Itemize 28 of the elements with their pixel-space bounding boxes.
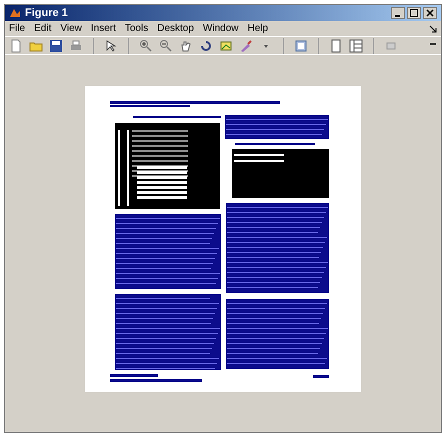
- menu-item[interactable]: Desktop: [157, 21, 194, 36]
- print-icon[interactable]: [69, 38, 83, 52]
- maximize-icon: [410, 9, 418, 17]
- close-button[interactable]: [423, 7, 437, 19]
- data-cursor-icon[interactable]: [219, 38, 233, 52]
- menu-item[interactable]: Insert: [90, 21, 116, 36]
- menu-item[interactable]: Help: [248, 21, 268, 36]
- close-icon: [426, 9, 434, 17]
- show-plot-tools-icon[interactable]: [349, 38, 363, 52]
- menu-item[interactable]: View: [60, 21, 82, 36]
- zoom-out-icon[interactable]: [159, 38, 173, 52]
- save-icon[interactable]: [49, 38, 63, 52]
- minimize-button[interactable]: [391, 7, 405, 19]
- app-icon: [9, 7, 21, 19]
- link-icon[interactable]: [294, 38, 308, 52]
- hide-plot-tools-icon[interactable]: [329, 38, 343, 52]
- window-title: Figure 1: [25, 6, 68, 21]
- pointer-icon[interactable]: [104, 38, 118, 52]
- hand-icon[interactable]: [179, 38, 193, 52]
- new-file-icon[interactable]: [9, 38, 23, 52]
- menu-item[interactable]: Tools: [124, 21, 148, 36]
- rotate-icon[interactable]: [199, 38, 213, 52]
- maximize-button[interactable]: [407, 7, 421, 19]
- zoom-in-icon[interactable]: [139, 38, 153, 52]
- brush-icon[interactable]: [239, 38, 253, 52]
- menu-item[interactable]: Edit: [34, 21, 52, 36]
- menu-item[interactable]: File: [9, 21, 26, 36]
- menu-item[interactable]: Window: [202, 21, 238, 36]
